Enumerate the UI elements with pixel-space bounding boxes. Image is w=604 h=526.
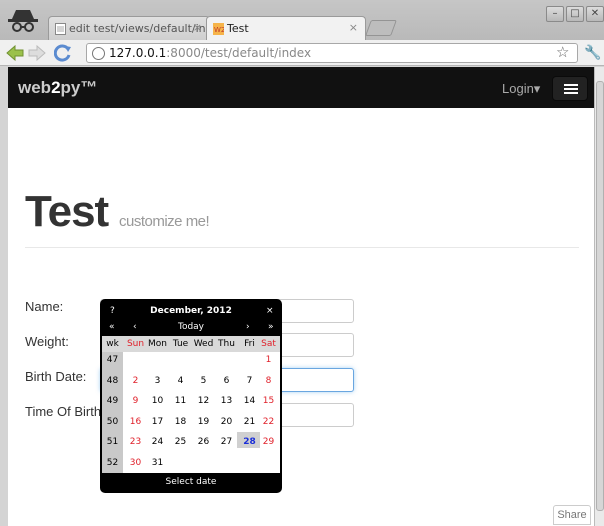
weekday-mon: Mon — [148, 339, 167, 349]
calendar-day[interactable]: 8 — [257, 373, 280, 389]
calendar-day[interactable]: 15 — [257, 393, 280, 409]
calendar-day[interactable]: 23 — [124, 434, 147, 450]
weekday-sat: Sat — [261, 339, 276, 349]
calendar-day[interactable]: 22 — [257, 414, 280, 430]
weekday-wed: Wed — [193, 339, 214, 349]
weekday-sun: Sun — [126, 339, 145, 349]
scrollbar[interactable] — [594, 67, 604, 526]
url-path: :8000/test/default/index — [166, 46, 312, 60]
birth-date-label: Birth Date: — [25, 369, 87, 384]
name-label: Name: — [25, 299, 64, 314]
scrollbar-thumb[interactable] — [596, 81, 604, 511]
calendar-day[interactable]: 1 — [257, 352, 280, 368]
calendar-day[interactable]: 20 — [215, 414, 238, 430]
bookmark-star-icon[interactable]: ☆ — [556, 43, 569, 61]
reload-icon[interactable] — [54, 44, 72, 62]
wrench-icon[interactable]: 🔧 — [584, 45, 601, 61]
calendar-week-row: 49 9 10 11 12 13 14 15 — [100, 393, 282, 409]
back-arrow-icon[interactable] — [6, 45, 24, 61]
next-month-button[interactable]: › — [246, 320, 250, 334]
site-navbar: web2py™ Login▾ — [8, 67, 594, 108]
calendar-week-row: 50 16 17 18 19 20 21 22 — [100, 414, 282, 430]
page-subtitle: customize me! — [119, 213, 210, 230]
calendar-close-button[interactable]: × — [266, 304, 274, 318]
calendar-day[interactable]: 24 — [146, 434, 169, 450]
weekday-thu: Thu — [218, 339, 235, 349]
tab-label: Test — [227, 22, 249, 35]
divider — [25, 247, 579, 248]
login-dropdown[interactable]: Login▾ — [502, 81, 540, 97]
browser-toolbar: 127.0.0.1:8000/test/default/index ☆ 🔧 — [0, 40, 604, 66]
page-title: Test — [25, 187, 109, 236]
week-number: 52 — [106, 457, 119, 468]
calendar-day[interactable]: 5 — [192, 373, 215, 389]
calendar-day[interactable]: 29 — [257, 434, 280, 450]
calendar-day[interactable]: 19 — [192, 414, 215, 430]
calendar-month-title: December, 2012 — [150, 306, 232, 316]
close-icon[interactable]: × — [193, 21, 202, 34]
tab-label: edit test/views/default/inde — [69, 22, 210, 35]
tab-strip: edit test/views/default/inde × W2 Test ×… — [0, 0, 604, 40]
calendar-day[interactable]: 10 — [146, 393, 169, 409]
calendar-week-row: 48 2 3 4 5 6 7 8 — [100, 373, 282, 389]
calendar-day[interactable]: 13 — [215, 393, 238, 409]
calendar-day[interactable]: 16 — [124, 414, 147, 430]
calendar-day[interactable]: 17 — [146, 414, 169, 430]
address-bar[interactable]: 127.0.0.1:8000/test/default/index — [86, 43, 578, 63]
weekday-header: wk Sun Mon Tue Wed Thu Fri Sat — [100, 336, 282, 352]
calendar-day[interactable]: 31 — [146, 455, 169, 471]
week-number: 47 — [106, 355, 119, 365]
calendar-day[interactable]: 3 — [146, 373, 169, 389]
calendar-day[interactable]: 18 — [169, 414, 192, 430]
calendar-day[interactable]: 2 — [124, 373, 147, 389]
forward-arrow-icon[interactable] — [28, 45, 46, 61]
web2py-icon: W2 — [213, 23, 224, 35]
share-button[interactable]: Share — [553, 505, 591, 525]
new-tab-button[interactable] — [365, 20, 397, 36]
next-year-button[interactable]: » — [268, 320, 274, 334]
tab-test[interactable]: W2 Test × — [206, 16, 366, 40]
calendar-day[interactable]: 4 — [169, 373, 192, 389]
calendar-day[interactable]: 30 — [124, 455, 147, 471]
incognito-icon — [8, 10, 38, 32]
week-number: 49 — [106, 396, 119, 406]
brand-logo[interactable]: web2py™ — [18, 78, 97, 98]
calendar-footer: Select date — [165, 477, 217, 487]
url-host: 127.0.0.1 — [109, 46, 167, 60]
minimize-button[interactable]: – — [546, 6, 564, 22]
maximize-button[interactable]: □ — [566, 6, 584, 22]
menu-toggle-button[interactable] — [552, 76, 588, 101]
calendar-day[interactable]: 27 — [215, 434, 238, 450]
document-icon — [55, 23, 66, 35]
calendar-day[interactable]: 6 — [215, 373, 238, 389]
page-viewport: web2py™ Login▾ Test customize me! Name: … — [8, 67, 594, 526]
browser-window: edit test/views/default/inde × W2 Test ×… — [0, 0, 604, 526]
calendar-day[interactable]: 9 — [124, 393, 147, 409]
calendar-week-row: 52 30 31 — [100, 455, 282, 471]
weight-label: Weight: — [25, 334, 69, 349]
week-label: wk — [106, 339, 119, 349]
calendar-day[interactable]: 12 — [192, 393, 215, 409]
close-icon[interactable]: × — [349, 21, 358, 34]
date-picker-calendar: ? December, 2012 × « ‹ Today › » wk Sun Mo… — [100, 299, 282, 493]
calendar-day[interactable]: 25 — [169, 434, 192, 450]
close-window-button[interactable]: ✕ — [586, 6, 604, 22]
tab-edit[interactable]: edit test/views/default/inde × — [48, 16, 210, 40]
svg-text:W2: W2 — [214, 26, 224, 34]
calendar-week-row: 47 1 — [100, 352, 282, 368]
week-number: 50 — [106, 416, 119, 427]
calendar-day[interactable]: 26 — [192, 434, 215, 450]
calendar-day[interactable]: 11 — [169, 393, 192, 409]
calendar-week-row: 51 23 24 25 26 27 28 29 — [100, 434, 282, 450]
week-number: 51 — [106, 437, 119, 447]
today-button[interactable]: Today — [100, 320, 282, 334]
time-of-birth-label: Time Of Birth: — [25, 404, 105, 419]
weekday-tue: Tue — [172, 339, 189, 349]
week-number: 48 — [106, 375, 119, 386]
globe-icon — [92, 47, 105, 60]
